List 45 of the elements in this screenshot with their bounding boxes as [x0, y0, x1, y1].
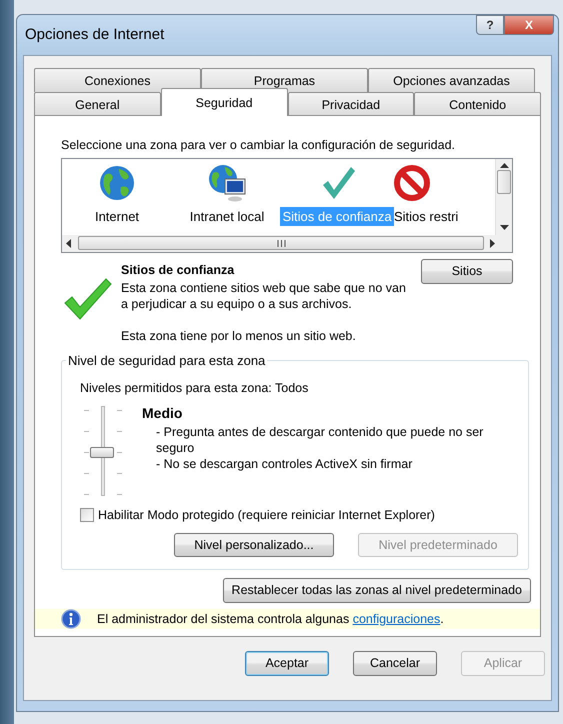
- settings-link[interactable]: configuraciones: [352, 612, 440, 626]
- level-button[interactable]: Nivel personalizado...: [174, 532, 334, 558]
- info-icon: [61, 609, 81, 629]
- tab[interactable]: General: [34, 92, 161, 116]
- grip-icon: [276, 240, 286, 247]
- left-arrow-icon[interactable]: [66, 238, 72, 248]
- zone-item[interactable]: Sitios restri: [392, 206, 460, 226]
- window-title: Opciones de Internet: [25, 24, 164, 45]
- group-legend: Nivel de seguridad para esta zona: [66, 354, 268, 367]
- zone-prompt: Seleccione una zona para ver o cambiar la configuración de seguridad.: [61, 137, 456, 154]
- zone-item[interactable]: Intranet local: [188, 206, 266, 226]
- tab[interactable]: Privacidad: [288, 92, 414, 116]
- zone-item[interactable]: Internet: [92, 206, 142, 226]
- horizontal-scrollbar[interactable]: [62, 234, 512, 252]
- level-detail: - No se descargan controles ActiveX sin firmar: [156, 456, 414, 472]
- right-arrow-icon[interactable]: [490, 238, 496, 248]
- dialog-button[interactable]: Aceptar: [245, 651, 329, 676]
- scroll-thumb[interactable]: [78, 236, 484, 250]
- tab[interactable]: Conexiones: [34, 68, 201, 92]
- slider-thumb[interactable]: [90, 446, 114, 458]
- reset-zones-button[interactable]: Restablecer todas las zonas al nivel predeterminado: [222, 578, 531, 603]
- up-arrow-icon[interactable]: [500, 162, 508, 169]
- sites-button[interactable]: Sitios: [421, 258, 513, 284]
- zone-list[interactable]: Internet Intranet local Sitios de confianza Sitios restri: [61, 158, 513, 253]
- tab[interactable]: Opciones avanzadas: [368, 68, 535, 92]
- checkbox-label[interactable]: Habilitar Modo protegido (requiere reiniciar Internet Explorer): [98, 506, 435, 524]
- level-detail: - Pregunta antes de descargar contenido que puede no ser seguro: [156, 424, 484, 456]
- zone-description: Esta zona contiene sitios web que sabe que no van a perjudicar a su equipo o a sus archivos.: [121, 280, 406, 314]
- dialog-button[interactable]: Cancelar: [353, 651, 437, 676]
- allowed-levels-text: Niveles permitidos para esta zona: Todos: [80, 380, 310, 397]
- vertical-scrollbar[interactable]: [495, 158, 512, 235]
- down-arrow-icon[interactable]: [500, 224, 508, 231]
- level-name: Medio: [142, 404, 184, 423]
- globe-monitor-icon: [207, 162, 247, 203]
- info-message: El administrador del sistema controla algunas configuraciones.: [97, 610, 444, 628]
- checkmark-icon: [63, 276, 113, 321]
- tab[interactable]: Seguridad: [160, 88, 288, 116]
- checkbox[interactable]: [80, 508, 94, 522]
- scroll-thumb[interactable]: [497, 170, 511, 194]
- prohibited-icon: [392, 162, 432, 203]
- zone-note: Esta zona tiene por lo menos un sitio web.: [121, 328, 357, 346]
- tab[interactable]: Contenido: [414, 92, 541, 116]
- help-button[interactable]: ?: [476, 15, 504, 35]
- tab[interactable]: Programas: [201, 68, 368, 92]
- zone-title: Sitios de confianza: [121, 262, 236, 279]
